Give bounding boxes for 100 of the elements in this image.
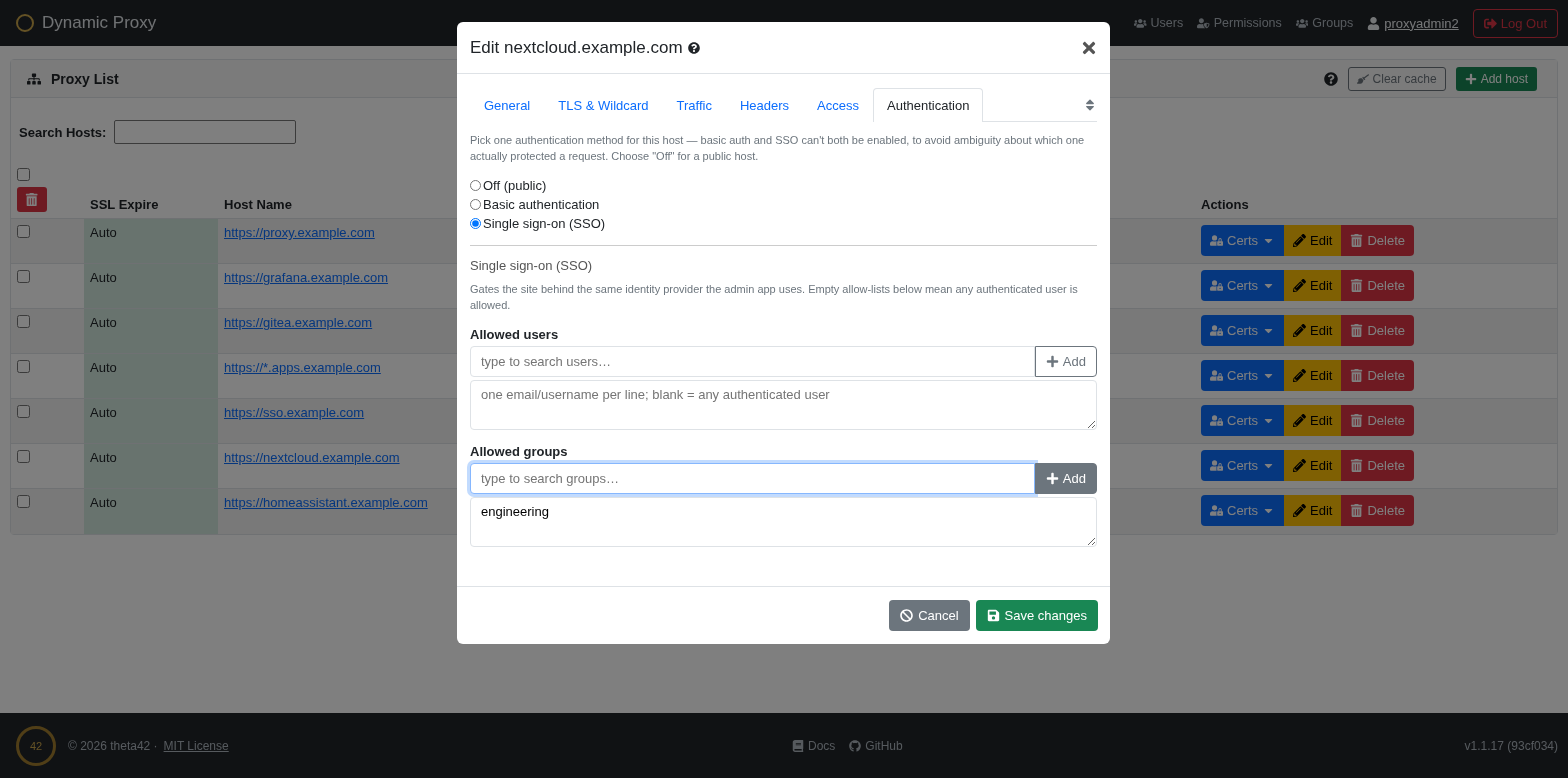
nav-link[interactable]: Permissions bbox=[1197, 16, 1282, 30]
delete-button[interactable]: Delete bbox=[1341, 270, 1415, 301]
add-button[interactable]: Add bbox=[1034, 463, 1097, 494]
trash-icon bbox=[1350, 414, 1364, 427]
trash-icon bbox=[25, 192, 39, 207]
radio-option[interactable]: Off (public) bbox=[470, 178, 1097, 193]
host-link[interactable]: https://proxy.example.com bbox=[224, 225, 375, 240]
search-label: Search Hosts: bbox=[19, 124, 107, 140]
scroll-arrows-icon[interactable] bbox=[1083, 97, 1097, 112]
footer-logo: 42 bbox=[16, 725, 56, 766]
brand-name[interactable]: Dynamic Proxy bbox=[42, 13, 157, 33]
clear-cache-button[interactable]: Clear cache bbox=[1347, 66, 1446, 91]
sitemap-icon bbox=[27, 71, 41, 86]
plus-icon bbox=[1045, 355, 1059, 368]
certs-button[interactable]: Certs bbox=[1201, 360, 1285, 391]
select-all-checkbox[interactable] bbox=[17, 168, 30, 181]
search-field[interactable] bbox=[114, 120, 297, 144]
cancel-button[interactable]: Cancel bbox=[889, 600, 970, 631]
certs-button[interactable]: Certs bbox=[1201, 315, 1285, 346]
bulk-delete-button[interactable] bbox=[17, 187, 47, 212]
radio-option[interactable]: Single sign-on (SSO) bbox=[470, 216, 1097, 231]
edit-button[interactable]: Edit bbox=[1284, 270, 1342, 301]
radio-button[interactable] bbox=[470, 218, 481, 229]
host-link[interactable]: https://nextcloud.example.com bbox=[224, 450, 400, 465]
user-link[interactable]: proxyadmin2 bbox=[1367, 15, 1459, 31]
lock-icon bbox=[1210, 234, 1223, 247]
nav-icon bbox=[1197, 16, 1210, 30]
host-link[interactable]: https://grafana.example.com bbox=[224, 270, 389, 285]
edit-button[interactable]: Edit bbox=[1284, 495, 1342, 526]
delete-button[interactable]: Delete bbox=[1341, 225, 1415, 256]
add-button[interactable]: Add bbox=[1034, 346, 1097, 377]
radio-option[interactable]: Basic authentication bbox=[470, 197, 1097, 212]
add-host-button[interactable]: Add host bbox=[1455, 66, 1537, 91]
pencil-icon bbox=[1293, 504, 1307, 517]
row-checkbox[interactable] bbox=[17, 450, 30, 463]
delete-button[interactable]: Delete bbox=[1341, 315, 1415, 346]
row-checkbox[interactable] bbox=[17, 270, 30, 283]
column-header: Host Name bbox=[224, 197, 292, 212]
delete-button[interactable]: Delete bbox=[1341, 360, 1415, 391]
delete-button[interactable]: Delete bbox=[1341, 405, 1415, 436]
edit-button[interactable]: Edit bbox=[1284, 360, 1342, 391]
lock-icon bbox=[1210, 414, 1223, 427]
certs-button[interactable]: Certs bbox=[1201, 270, 1285, 301]
logout-button[interactable]: Log Out bbox=[1472, 8, 1558, 38]
delete-button[interactable]: Delete bbox=[1341, 495, 1415, 526]
ssl-expire-cell: Auto bbox=[84, 398, 218, 444]
logout-icon bbox=[1483, 16, 1497, 30]
lock-icon bbox=[1210, 369, 1223, 382]
row-checkbox[interactable] bbox=[17, 360, 30, 373]
edit-button[interactable]: Edit bbox=[1284, 405, 1342, 436]
save-button[interactable]: Save changes bbox=[975, 600, 1098, 631]
certs-button[interactable]: Certs bbox=[1201, 495, 1285, 526]
nav-link[interactable]: Users bbox=[1134, 16, 1184, 30]
ssl-expire-cell: Auto bbox=[84, 218, 218, 264]
plus-icon bbox=[1464, 72, 1477, 85]
help-icon[interactable] bbox=[687, 41, 700, 54]
brand-logo-icon bbox=[16, 14, 34, 32]
tab[interactable]: Authentication bbox=[873, 88, 984, 122]
github-link[interactable]: GitHub bbox=[849, 738, 903, 753]
field-label: Allowed groups bbox=[470, 444, 569, 459]
edit-button[interactable]: Edit bbox=[1284, 450, 1342, 481]
list-field[interactable]: engineering bbox=[470, 497, 1097, 547]
edit-button[interactable]: Edit bbox=[1284, 315, 1342, 346]
column-header: SSL Expire bbox=[90, 197, 159, 212]
section-text: Gates the site behind the same identity provider the admin app uses. Empty allow-lists below mean any authenticated user is allowed. bbox=[470, 282, 1079, 313]
intro-text: Pick one authentication method for this host — basic auth and SSO can't both be enabled, to avoid ambiguity about which one actually protected a request. Choose "Off" for a public host. bbox=[470, 133, 1086, 164]
host-link[interactable]: https://*.apps.example.com bbox=[224, 360, 381, 375]
ssl-expire-cell: Auto bbox=[84, 263, 218, 309]
host-link[interactable]: https://homeassistant.example.com bbox=[224, 495, 428, 510]
edit-button[interactable]: Edit bbox=[1284, 225, 1342, 256]
search-field[interactable]: type to search groups… bbox=[470, 463, 1035, 494]
nav-icon bbox=[1295, 16, 1309, 30]
pencil-icon bbox=[1293, 279, 1307, 292]
license-link[interactable]: MIT License bbox=[163, 738, 229, 753]
host-link[interactable]: https://sso.example.com bbox=[224, 405, 365, 420]
radio-button[interactable] bbox=[470, 180, 481, 191]
version-text: v1.1.17 (93cf034) bbox=[1464, 738, 1558, 753]
row-checkbox[interactable] bbox=[17, 495, 30, 508]
nav-link[interactable]: Groups bbox=[1295, 16, 1354, 30]
field-label: Allowed users bbox=[470, 327, 560, 342]
github-icon bbox=[849, 739, 862, 752]
trash-icon bbox=[1350, 504, 1364, 517]
row-checkbox[interactable] bbox=[17, 315, 30, 328]
delete-button[interactable]: Delete bbox=[1341, 450, 1415, 481]
trash-icon bbox=[1350, 234, 1364, 247]
save-icon bbox=[986, 609, 1000, 622]
radio-button[interactable] bbox=[470, 199, 481, 210]
host-link[interactable]: https://gitea.example.com bbox=[224, 315, 373, 330]
trash-icon bbox=[1350, 459, 1364, 472]
row-checkbox[interactable] bbox=[17, 405, 30, 418]
trash-icon bbox=[1350, 279, 1364, 292]
docs-link[interactable]: Docs bbox=[792, 738, 836, 753]
certs-button[interactable]: Certs bbox=[1201, 405, 1285, 436]
broom-icon bbox=[1356, 72, 1369, 85]
certs-button[interactable]: Certs bbox=[1201, 450, 1285, 481]
list-field[interactable]: one email/username per line; blank = any authenticated user bbox=[470, 380, 1097, 430]
pencil-icon bbox=[1293, 324, 1307, 337]
row-checkbox[interactable] bbox=[17, 225, 30, 238]
trash-icon bbox=[1350, 324, 1364, 337]
certs-button[interactable]: Certs bbox=[1201, 225, 1285, 256]
